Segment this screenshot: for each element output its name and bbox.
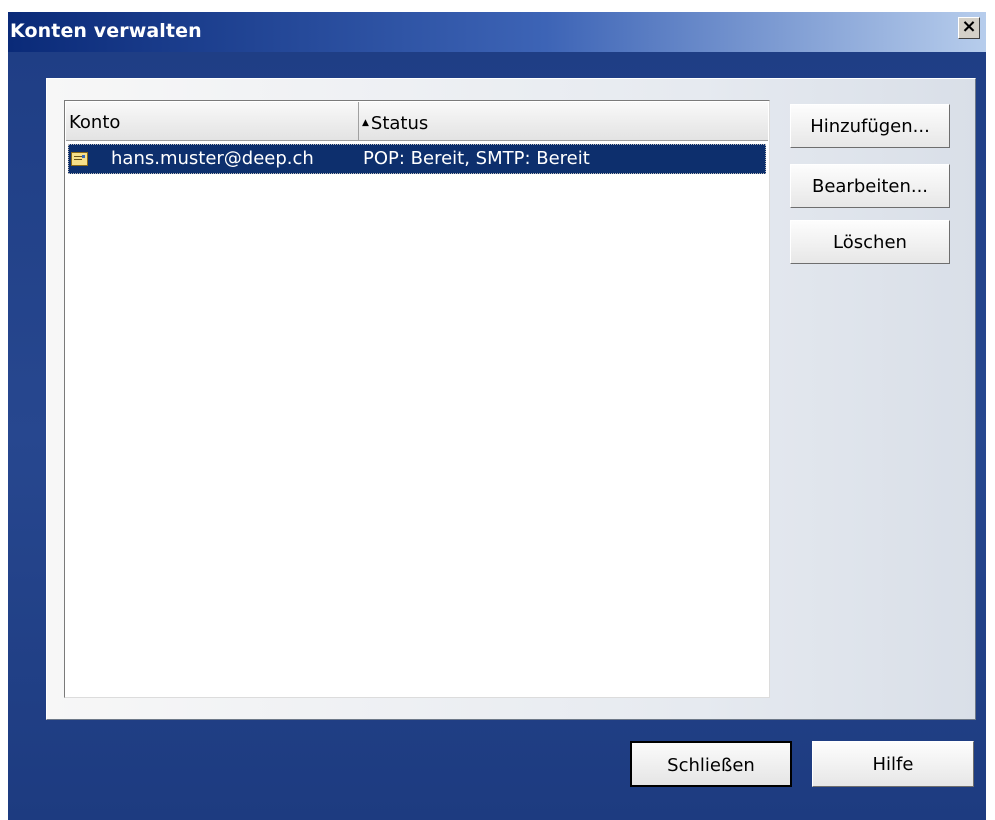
account-status: POP: Bereit, SMTP: Bereit — [363, 148, 590, 169]
close-window-button[interactable]: × — [958, 17, 980, 39]
close-icon: × — [961, 16, 977, 37]
title-bar[interactable]: Konten verwalten — [8, 12, 986, 52]
list-header: Konto ▲ Status — [66, 102, 768, 141]
delete-account-button[interactable]: Löschen — [790, 220, 950, 264]
list-item[interactable]: hans.muster@deep.ch POP: Bereit, SMTP: B… — [68, 144, 766, 174]
help-button[interactable]: Hilfe — [812, 741, 974, 787]
column-header-konto-label: Konto — [69, 112, 121, 133]
sort-ascending-icon: ▲ — [362, 118, 369, 128]
column-header-status-label: Status — [370, 113, 429, 134]
column-header-konto[interactable]: Konto — [66, 102, 359, 140]
close-button[interactable]: Schließen — [630, 741, 792, 787]
dialog-title: Konten verwalten — [10, 20, 202, 42]
account-name: hans.muster@deep.ch — [111, 148, 314, 169]
manage-accounts-dialog: Konten verwalten × Konto ▲ Status hans.mu… — [0, 0, 995, 820]
edit-account-button[interactable]: Bearbeiten... — [790, 164, 950, 208]
add-account-button[interactable]: Hinzufügen... — [790, 104, 950, 148]
accounts-list[interactable] — [64, 100, 770, 698]
column-header-status[interactable]: ▲ Status — [359, 102, 768, 140]
mail-account-icon — [71, 152, 88, 166]
